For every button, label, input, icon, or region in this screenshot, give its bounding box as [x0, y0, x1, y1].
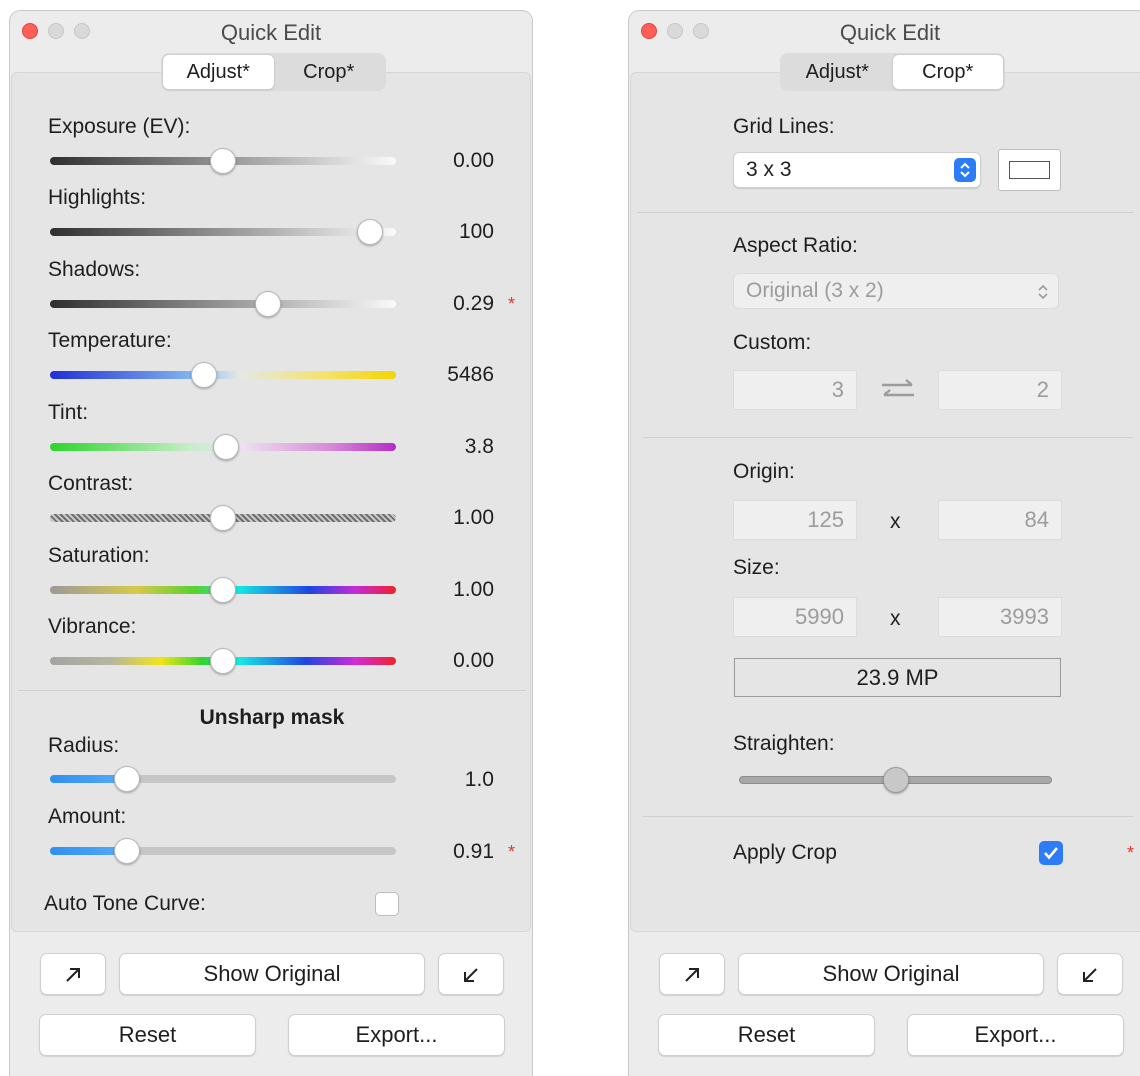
- expand-button[interactable]: [40, 953, 106, 995]
- contrast-slider-knob[interactable]: [210, 505, 236, 531]
- tab-crop[interactable]: Crop*: [274, 55, 385, 89]
- vibrance-slider-knob[interactable]: [210, 648, 236, 674]
- tab-adjust[interactable]: Adjust*: [163, 55, 274, 89]
- tint-value: 3.8: [464, 435, 494, 458]
- grid-lines-value: 3 x 3: [746, 158, 792, 181]
- straighten-slider-knob[interactable]: [882, 767, 909, 793]
- apply-crop-label: Apply Crop: [733, 841, 837, 864]
- title-bar[interactable]: Quick Edit: [629, 11, 1140, 51]
- origin-label: Origin:: [733, 460, 795, 483]
- apply-crop-modified-marker: *: [1127, 843, 1135, 863]
- origin-y-field[interactable]: 84: [938, 500, 1062, 540]
- title-bar[interactable]: Quick Edit: [10, 11, 532, 51]
- temperature-value: 5486: [447, 363, 494, 386]
- custom-width-field[interactable]: 3: [733, 370, 857, 410]
- size-x-separator: x: [890, 607, 901, 630]
- size-label: Size:: [733, 556, 780, 579]
- tab-crop[interactable]: Crop*: [892, 55, 1003, 89]
- custom-height-field[interactable]: 2: [938, 370, 1062, 410]
- grid-lines-label: Grid Lines:: [733, 115, 835, 138]
- highlights-slider-track[interactable]: [50, 228, 396, 236]
- unsharp-mask-heading: Unsharp mask: [199, 706, 345, 729]
- temperature-slider-track[interactable]: [50, 371, 396, 379]
- temperature-slider-knob[interactable]: [190, 362, 217, 388]
- window-title: Quick Edit: [839, 20, 941, 45]
- radius-value: 1.0: [464, 768, 494, 791]
- arrow-down-left-icon: [1083, 968, 1097, 983]
- swap-arrows-icon[interactable]: [879, 377, 917, 408]
- arrow-up-right-icon: [685, 968, 699, 982]
- arrow-down-left-icon: [464, 968, 478, 983]
- auto-tone-curve-checkbox[interactable]: [375, 892, 399, 916]
- tab-control: Adjust* Crop*: [780, 53, 1005, 91]
- collapse-button[interactable]: [1057, 953, 1123, 995]
- size-height-field[interactable]: 3993: [938, 597, 1062, 637]
- radius-slider-knob[interactable]: [114, 766, 140, 792]
- tab-adjust[interactable]: Adjust*: [782, 55, 893, 89]
- show-original-button[interactable]: Show Original: [119, 953, 425, 995]
- separator: [637, 212, 1133, 213]
- shadows-slider-knob[interactable]: [254, 291, 281, 317]
- quick-edit-window-adjust: Quick Edit Adjust* Crop* Exposure (EV): …: [9, 10, 533, 1076]
- highlights-slider-knob[interactable]: [357, 219, 384, 245]
- radius-label: Radius:: [48, 734, 120, 757]
- size-width-field[interactable]: 5990: [733, 597, 857, 637]
- straighten-label: Straighten:: [733, 732, 835, 755]
- exposure-label: Exposure (EV):: [48, 115, 191, 138]
- saturation-value: 1.00: [453, 578, 494, 601]
- separator: [643, 437, 1133, 438]
- shadows-slider-track[interactable]: [50, 300, 396, 308]
- saturation-label: Saturation:: [48, 544, 150, 567]
- origin-x-field[interactable]: 125: [733, 500, 857, 540]
- contrast-label: Contrast:: [48, 472, 134, 495]
- exposure-value: 0.00: [453, 149, 494, 172]
- export-button[interactable]: Export...: [907, 1014, 1124, 1056]
- tint-label: Tint:: [48, 401, 89, 424]
- aspect-ratio-value: Original (3 x 2): [746, 279, 884, 302]
- reset-button[interactable]: Reset: [658, 1014, 875, 1056]
- amount-slider-knob[interactable]: [114, 838, 140, 864]
- vibrance-label: Vibrance:: [48, 615, 137, 638]
- color-swatch: [1009, 161, 1050, 179]
- popup-stepper-icon: [954, 158, 976, 182]
- saturation-slider-knob[interactable]: [210, 577, 236, 603]
- aspect-ratio-label: Aspect Ratio:: [733, 234, 858, 257]
- aspect-ratio-popup[interactable]: Original (3 x 2): [733, 273, 1059, 309]
- export-button[interactable]: Export...: [288, 1014, 505, 1056]
- highlights-label: Highlights:: [48, 186, 147, 209]
- shadows-modified-marker: *: [508, 294, 516, 314]
- auto-tone-curve-label: Auto Tone Curve:: [44, 892, 206, 915]
- shadows-value: 0.29: [453, 292, 494, 315]
- grid-color-well[interactable]: [998, 149, 1061, 191]
- crop-panel: [630, 72, 1140, 932]
- quick-edit-window-crop: Quick Edit Adjust* Crop* Grid Lines: 3 x…: [628, 10, 1140, 1076]
- show-original-button[interactable]: Show Original: [738, 953, 1044, 995]
- tint-slider-knob[interactable]: [213, 434, 240, 460]
- reset-button[interactable]: Reset: [39, 1014, 256, 1056]
- highlights-value: 100: [458, 220, 494, 243]
- grid-lines-popup[interactable]: 3 x 3: [733, 152, 981, 188]
- vibrance-value: 0.00: [453, 649, 494, 672]
- separator: [643, 816, 1133, 817]
- temperature-label: Temperature:: [48, 329, 172, 352]
- exposure-slider-knob[interactable]: [210, 148, 236, 174]
- collapse-button[interactable]: [438, 953, 504, 995]
- window-title: Quick Edit: [220, 20, 322, 45]
- amount-value: 0.91: [453, 840, 494, 863]
- arrow-up-right-icon: [66, 968, 80, 982]
- expand-button[interactable]: [659, 953, 725, 995]
- separator: [18, 690, 526, 691]
- checkmark-icon: [1044, 847, 1058, 860]
- amount-modified-marker: *: [508, 842, 516, 862]
- chevron-updown-icon: [1036, 280, 1050, 314]
- custom-label: Custom:: [733, 331, 812, 354]
- tab-control: Adjust* Crop*: [161, 53, 386, 91]
- megapixels-readout: 23.9 MP: [734, 658, 1061, 697]
- origin-x-separator: x: [890, 510, 901, 533]
- amount-label: Amount:: [48, 805, 127, 828]
- apply-crop-checkbox[interactable]: [1039, 841, 1063, 865]
- contrast-value: 1.00: [453, 506, 494, 529]
- shadows-label: Shadows:: [48, 258, 141, 281]
